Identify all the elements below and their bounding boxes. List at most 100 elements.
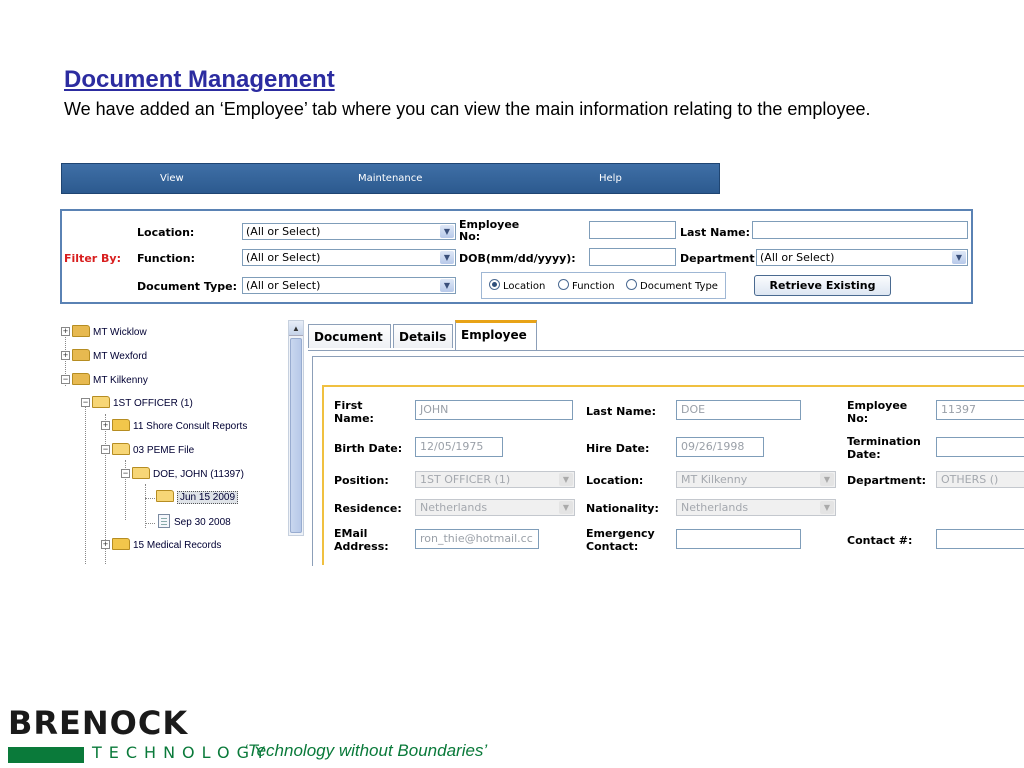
employee-no-label-line2: No: <box>459 230 481 243</box>
scrollbar-thumb[interactable] <box>290 338 302 533</box>
dropdown-arrow-icon: ▼ <box>440 279 454 292</box>
tree-node-mt-kilkenny[interactable]: − MT Kilkenny <box>61 373 148 389</box>
tree-node-mt-wexford[interactable]: + MT Wexford <box>61 349 147 365</box>
location-value: MT Kilkenny <box>681 473 748 486</box>
dropdown-arrow-icon: ▼ <box>952 251 966 264</box>
tab-document[interactable]: Document <box>308 324 391 348</box>
scroll-up-icon[interactable]: ▲ <box>289 321 303 336</box>
collapse-icon[interactable]: − <box>81 398 90 407</box>
emergency-label-line1: Emergency <box>586 527 655 540</box>
tree-node-label: 03 PEME File <box>133 445 195 456</box>
folder-icon <box>72 325 90 337</box>
folder-open-icon <box>112 443 130 455</box>
last-name-label: Last Name: <box>586 405 657 418</box>
nationality-label: Nationality: <box>586 502 659 515</box>
radio-location[interactable]: Location <box>489 279 545 292</box>
collapse-icon[interactable]: − <box>61 375 70 384</box>
tree-node-label: MT Wicklow <box>93 327 147 338</box>
dropdown-arrow-icon: ▼ <box>559 473 573 486</box>
folder-open-icon <box>92 396 110 408</box>
tree-node-mt-wicklow[interactable]: + MT Wicklow <box>61 325 147 341</box>
tab-details[interactable]: Details <box>393 324 453 348</box>
first-name-field[interactable]: JOHN <box>415 400 573 420</box>
employee-no-input[interactable] <box>589 221 676 239</box>
location-select[interactable]: MT Kilkenny ▼ <box>676 471 836 488</box>
tree-node-label: 1ST OFFICER (1) <box>113 398 193 409</box>
tagline: ‘Technology without Boundaries’ <box>244 741 488 760</box>
position-label: Position: <box>334 474 389 487</box>
tree-scrollbar[interactable]: ▲ <box>288 320 304 536</box>
expand-icon[interactable]: + <box>61 327 70 336</box>
location-select[interactable]: (All or Select) ▼ <box>242 223 456 240</box>
position-value: 1ST OFFICER (1) <box>420 473 511 486</box>
contact-number-field[interactable] <box>936 529 1024 549</box>
emergency-label-line2: Contact: <box>586 540 639 553</box>
filter-last-name-input[interactable] <box>752 221 968 239</box>
tree-node-label: DOE, JOHN (11397) <box>153 469 244 480</box>
termination-date-field[interactable] <box>936 437 1024 457</box>
hire-date-field[interactable]: 09/26/1998 <box>676 437 764 457</box>
function-select[interactable]: (All or Select) ▼ <box>242 249 456 266</box>
email-field[interactable]: ron_thie@hotmail.cc <box>415 529 539 549</box>
expand-icon[interactable]: + <box>61 351 70 360</box>
retrieve-existing-button[interactable]: Retrieve Existing <box>754 275 891 296</box>
tree-node-label: 11 Shore Consult Reports <box>133 421 248 432</box>
filter-panel: Filter By: Location: (All or Select) ▼ F… <box>60 209 973 304</box>
last-name-field[interactable]: DOE <box>676 400 801 420</box>
tree-node-doe-john[interactable]: − DOE, JOHN (11397) <box>121 467 244 483</box>
menu-bar: View Maintenance Help <box>61 163 720 194</box>
emergency-contact-field[interactable] <box>676 529 801 549</box>
residence-value: Netherlands <box>420 501 488 514</box>
tab-employee[interactable]: Employee <box>455 320 537 350</box>
employee-no-field[interactable]: 11397 <box>936 400 1024 420</box>
dob-input[interactable] <box>589 248 676 266</box>
department-select[interactable]: OTHERS () <box>936 471 1024 488</box>
radio-unselected-icon <box>558 279 569 290</box>
dropdown-arrow-icon: ▼ <box>440 251 454 264</box>
tree-node-jun-15-2009[interactable]: Jun 15 2009 <box>156 490 239 506</box>
folder-icon <box>112 419 130 431</box>
slide-description: We have added an ‘Employee’ tab where yo… <box>64 99 871 119</box>
dropdown-arrow-icon: ▼ <box>559 501 573 514</box>
radio-function-label: Function <box>572 281 615 292</box>
slide-title: Document Management <box>64 66 335 93</box>
menu-maintenance[interactable]: Maintenance <box>358 173 422 184</box>
folder-open-icon <box>132 467 150 479</box>
nationality-select[interactable]: Netherlands ▼ <box>676 499 836 516</box>
employee-no-label-line1: Employee <box>847 399 908 412</box>
department-value: OTHERS () <box>941 473 999 486</box>
collapse-icon[interactable]: − <box>121 469 130 478</box>
position-select[interactable]: 1ST OFFICER (1) ▼ <box>415 471 575 488</box>
tree-node-sep-30-2008[interactable]: Sep 30 2008 <box>158 514 231 530</box>
menu-view[interactable]: View <box>160 173 184 184</box>
expand-icon[interactable]: + <box>101 421 110 430</box>
residence-select[interactable]: Netherlands ▼ <box>415 499 575 516</box>
employee-no-label-line2: No: <box>847 412 869 425</box>
tree-node-shore-consult[interactable]: +11 Shore Consult Reports <box>101 419 247 435</box>
tree-node-1st-officer[interactable]: − 1ST OFFICER (1) <box>81 396 193 412</box>
menu-help[interactable]: Help <box>599 173 622 184</box>
document-type-select-value: (All or Select) <box>246 279 321 292</box>
first-name-label: First Name: <box>334 399 374 425</box>
logo-green-bar <box>8 747 84 763</box>
tree-node-peme-file[interactable]: − 03 PEME File <box>101 443 194 459</box>
nationality-value: Netherlands <box>681 501 749 514</box>
function-select-value: (All or Select) <box>246 251 321 264</box>
radio-document-type[interactable]: Document Type <box>626 279 718 292</box>
termination-label-line1: Termination <box>847 435 921 448</box>
radio-location-label: Location <box>503 281 546 292</box>
tab-divider <box>308 350 1024 351</box>
location-label: Location: <box>586 474 644 487</box>
birth-date-field[interactable]: 12/05/1975 <box>415 437 503 457</box>
dropdown-arrow-icon: ▼ <box>440 225 454 238</box>
expand-icon[interactable]: + <box>101 540 110 549</box>
filter-department-select[interactable]: (All or Select) ▼ <box>756 249 968 266</box>
radio-function[interactable]: Function <box>558 279 615 292</box>
location-select-value: (All or Select) <box>246 225 321 238</box>
folder-open-icon <box>72 373 90 385</box>
tree-node-medical-records[interactable]: +15 Medical Records <box>101 538 221 554</box>
termination-label-line2: Date: <box>847 448 881 461</box>
collapse-icon[interactable]: − <box>101 445 110 454</box>
document-type-label: Document Type: <box>137 280 237 293</box>
document-type-select[interactable]: (All or Select) ▼ <box>242 277 456 294</box>
